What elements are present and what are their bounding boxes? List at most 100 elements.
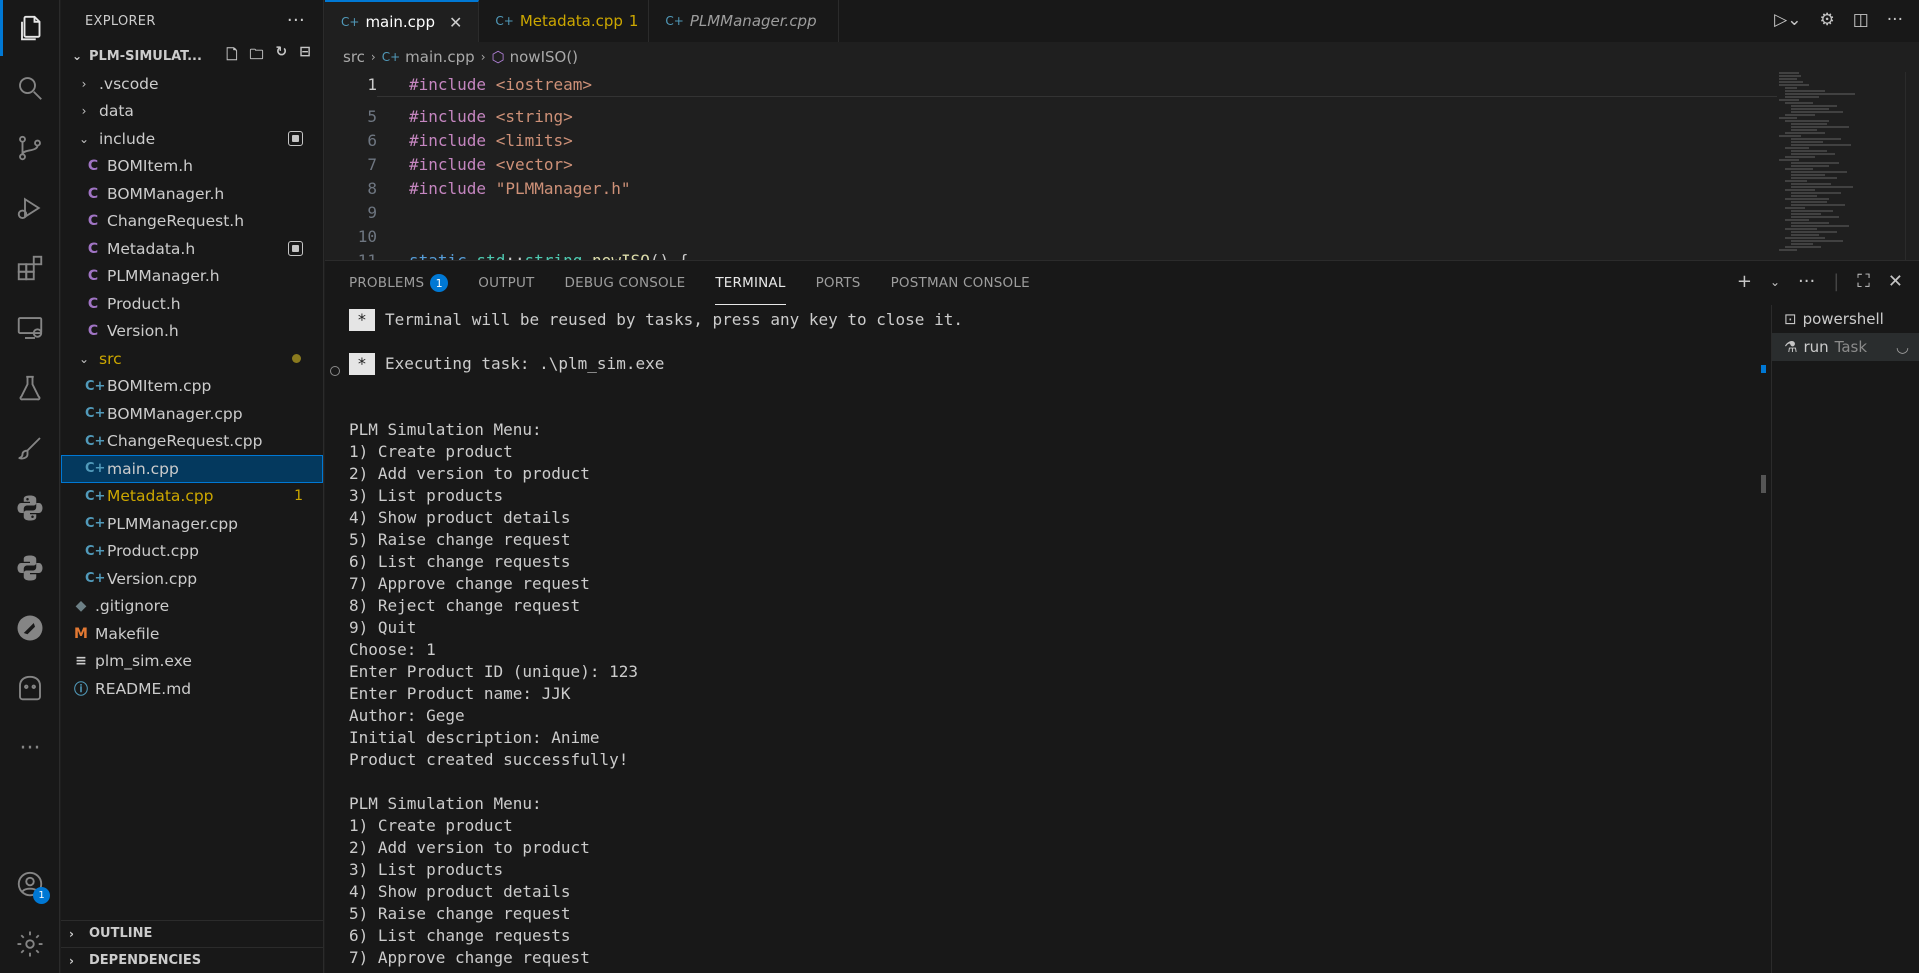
tree-file-version-cpp[interactable]: C+ Version.cpp xyxy=(61,565,323,593)
tree-file-plm-sim-exe[interactable]: ≡ plm_sim.exe xyxy=(61,648,323,676)
tree-folder-src[interactable]: ⌄ src xyxy=(61,345,323,373)
more-icon[interactable]: ··· xyxy=(0,720,60,776)
tab-postman-console[interactable]: POSTMAN CONSOLE xyxy=(891,261,1030,305)
tree-file-product-h[interactable]: C Product.h xyxy=(61,290,323,318)
editor-tabs: C+ main.cpp ✕ C+ Metadata.cpp 1 C+ PLMMa… xyxy=(325,0,1919,42)
tab-ports[interactable]: PORTS xyxy=(816,261,861,305)
cpp-file-icon: C+ xyxy=(85,461,106,477)
tree-file-plmmanager-h[interactable]: C PLMManager.h xyxy=(61,263,323,291)
terminal-line: Enter Product name: JJK xyxy=(349,684,571,703)
accounts-icon[interactable]: 1 xyxy=(0,856,60,912)
tree-item-label: BOMManager.h xyxy=(107,184,225,203)
tree-file-version-h[interactable]: C Version.h xyxy=(61,318,323,346)
code-text: #include "PLMManager.h" xyxy=(409,178,631,198)
line-number: 10 xyxy=(357,226,377,246)
more-actions-icon[interactable]: ··· xyxy=(1887,10,1903,30)
tree-file-product-cpp[interactable]: C+ Product.cpp xyxy=(61,538,323,566)
outline-section[interactable]: › OUTLINE xyxy=(61,920,324,946)
refresh-icon[interactable]: ↻ xyxy=(276,44,288,68)
tree-item-label: Version.h xyxy=(107,322,179,341)
chevron-down-icon[interactable]: ⌄ xyxy=(1770,275,1780,289)
tree-file-changerequest-cpp[interactable]: C+ ChangeRequest.cpp xyxy=(61,428,323,456)
c-header-icon: C xyxy=(87,185,99,202)
tree-file-plmmanager-cpp[interactable]: C+ PLMManager.cpp xyxy=(61,510,323,538)
tab-metadata-cpp[interactable]: C+ Metadata.cpp 1 xyxy=(479,0,650,42)
cpp-file-icon: C+ xyxy=(381,50,401,64)
tab-problem-badge: 1 xyxy=(628,12,639,30)
terminal-line: 2) Add version to product xyxy=(349,464,590,483)
tab-debug-console[interactable]: DEBUG CONSOLE xyxy=(565,261,686,305)
tree-file-metadata-h[interactable]: C Metadata.h xyxy=(61,235,323,263)
testing-icon[interactable] xyxy=(0,360,60,416)
split-editor-icon[interactable]: ◫ xyxy=(1853,10,1869,30)
cpp-file-icon: C+ xyxy=(495,14,514,28)
run-debug-icon[interactable] xyxy=(0,180,60,236)
source-control-icon[interactable] xyxy=(0,120,60,176)
tab-problems[interactable]: PROBLEMS 1 xyxy=(349,261,449,305)
close-icon[interactable]: ✕ xyxy=(449,13,462,32)
extensions-icon[interactable] xyxy=(0,240,60,296)
docker-icon[interactable] xyxy=(0,660,60,716)
breadcrumb-folder[interactable]: src xyxy=(343,48,365,66)
tree-item-label: main.cpp xyxy=(107,459,179,478)
tab-terminal[interactable]: TERMINAL xyxy=(715,261,786,305)
terminal-item-powershell[interactable]: ⊡ powershell xyxy=(1772,305,1919,333)
new-terminal-plus-icon[interactable]: + xyxy=(1737,271,1752,292)
tree-file-makefile[interactable]: M Makefile xyxy=(61,620,323,648)
tab-label: PROBLEMS xyxy=(349,275,425,291)
tab-output[interactable]: OUTPUT xyxy=(478,261,534,305)
close-panel-icon[interactable]: ✕ xyxy=(1888,271,1903,292)
tab-plmmanager-cpp[interactable]: C+ PLMManager.cpp xyxy=(649,0,840,42)
tab-main-cpp[interactable]: C+ main.cpp ✕ xyxy=(325,0,480,42)
code-text: #include <iostream> xyxy=(409,74,593,94)
terminal-line: 1) Create product xyxy=(349,442,513,461)
function-cube-icon: ⬡ xyxy=(491,48,505,66)
tree-file-main-cpp[interactable]: C+ main.cpp xyxy=(61,455,323,483)
maximize-panel-icon[interactable]: ⛶ xyxy=(1857,271,1870,292)
makefile-icon: M xyxy=(74,625,88,642)
tree-file-readme[interactable]: ⓘ README.md xyxy=(61,675,323,703)
minimap[interactable] xyxy=(1779,72,1859,260)
tree-file-bomitem-cpp[interactable]: C+ BOMItem.cpp xyxy=(61,373,323,401)
tree-folder-vscode[interactable]: › .vscode xyxy=(61,70,323,98)
terminal-scrollbar[interactable] xyxy=(1757,309,1771,973)
explorer-icon[interactable] xyxy=(0,0,60,56)
tree-folder-data[interactable]: › data xyxy=(61,98,323,126)
tree-file-bommanager-h[interactable]: C BOMManager.h xyxy=(61,180,323,208)
tree-file-metadata-cpp[interactable]: C+ Metadata.cpp 1 xyxy=(61,483,323,511)
new-folder-icon[interactable]: 🗀 xyxy=(250,44,264,68)
search-icon[interactable] xyxy=(0,60,60,116)
settings-gear-icon[interactable] xyxy=(0,916,60,972)
code-editor[interactable]: 1 #include <iostream> 5 #include <string… xyxy=(325,72,1919,260)
terminal-item-run[interactable]: ⚗ run Task ◡ xyxy=(1772,333,1919,361)
more-actions-icon[interactable]: ··· xyxy=(1798,271,1815,292)
terminal-lines: PLM Simulation Menu: 1) Create product 2) … xyxy=(349,419,1779,969)
terminal-line: Enter Product ID (unique): 123 xyxy=(349,662,638,681)
tree-file-changerequest-h[interactable]: C ChangeRequest.h xyxy=(61,208,323,236)
tree-file-bomitem-h[interactable]: C BOMItem.h xyxy=(61,153,323,181)
brush-icon[interactable] xyxy=(0,420,60,476)
explorer-more-icon[interactable]: ··· xyxy=(287,10,305,31)
terminal-line: 1) Create product xyxy=(349,816,513,835)
breadcrumb-file[interactable]: main.cpp xyxy=(405,48,475,66)
tree-folder-include[interactable]: ⌄ include xyxy=(61,125,323,153)
settings-gear-icon[interactable]: ⚙ xyxy=(1819,10,1834,30)
collapse-all-icon[interactable]: ⊟ xyxy=(299,44,311,68)
remote-explorer-icon[interactable] xyxy=(0,300,60,356)
code-line: 1 #include <iostream> xyxy=(325,72,1919,96)
postman-icon[interactable] xyxy=(0,600,60,656)
python-icon[interactable] xyxy=(0,480,60,536)
command-decoration-icon[interactable] xyxy=(330,366,340,376)
run-with-options-icon[interactable]: ▷⌄ xyxy=(1774,10,1801,30)
code-line: 5 #include <string> xyxy=(325,104,1919,128)
tree-file-bommanager-cpp[interactable]: C+ BOMManager.cpp xyxy=(61,400,323,428)
terminal-output[interactable]: * Terminal will be reused by tasks, press… xyxy=(349,309,1779,973)
editor-scrollbar[interactable] xyxy=(1905,72,1919,260)
workspace-root[interactable]: ⌄ PLM-SIMULAT... 🗋 🗀 ↻ ⊟ xyxy=(61,42,323,70)
new-file-icon[interactable]: 🗋 xyxy=(226,44,237,68)
breadcrumb-symbol[interactable]: nowISO() xyxy=(510,48,578,66)
tree-file-gitignore[interactable]: ◆ .gitignore xyxy=(61,593,323,621)
git-diamond-icon: ◆ xyxy=(75,598,87,615)
python-env-icon[interactable] xyxy=(0,540,60,596)
dependencies-section[interactable]: › DEPENDENCIES xyxy=(61,947,324,973)
